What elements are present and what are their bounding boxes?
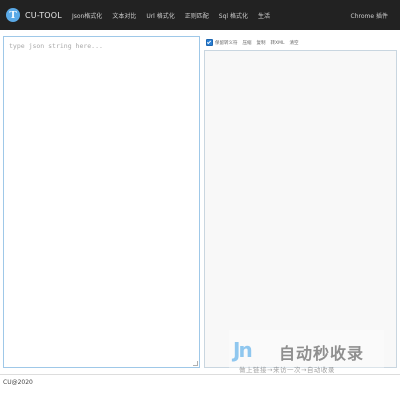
brand-link[interactable]: T CU-TOOL [6,0,62,30]
nav-item-json-format[interactable]: Json格式化 [72,11,102,20]
nav-item-sql-format[interactable]: Sql 格式化 [219,11,248,20]
json-output-panel[interactable] [204,50,397,368]
nav-item-url-format[interactable]: Url 格式化 [146,11,174,20]
nav-item-text-compare[interactable]: 文本对比 [112,11,136,20]
compress-button[interactable]: 压缩 [243,40,252,46]
logo-icon: T [6,8,20,22]
footer-divider [0,374,400,375]
to-xml-button[interactable]: 转XML [271,40,285,46]
top-navbar: T CU-TOOL Json格式化 文本对比 Url 格式化 正则匹配 Sql … [0,0,400,30]
watermark-overlay: Jn 自动秒收录 做上链接→来访一次→自动收录 [229,330,384,378]
footer-copyright: CU@2020 [3,379,33,386]
keep-escape-checkbox[interactable] [206,39,213,46]
output-toolbar: 保留转义符 压缩 复制 转XML 清空 [206,38,303,47]
resize-handle-icon[interactable] [193,361,198,366]
keep-escape-label: 保留转义符 [215,40,238,46]
watermark-title: 自动秒收录 [279,344,365,363]
nav-item-regex-match[interactable]: 正则匹配 [185,11,209,20]
json-input-textarea[interactable] [4,37,199,367]
nav-item-life[interactable]: 生活 [258,11,270,20]
json-input-panel [3,36,200,368]
nav-menu: Json格式化 文本对比 Url 格式化 正则匹配 Sql 格式化 生活 [72,11,280,20]
copy-button[interactable]: 复制 [257,40,266,46]
brand-name: CU-TOOL [25,10,62,20]
watermark-logo: Jn [233,338,253,362]
chrome-extension-link[interactable]: Chrome 插件 [351,0,388,30]
clear-button[interactable]: 清空 [289,40,298,46]
watermark-slogan: 做上链接→来访一次→自动收录 [239,366,335,374]
